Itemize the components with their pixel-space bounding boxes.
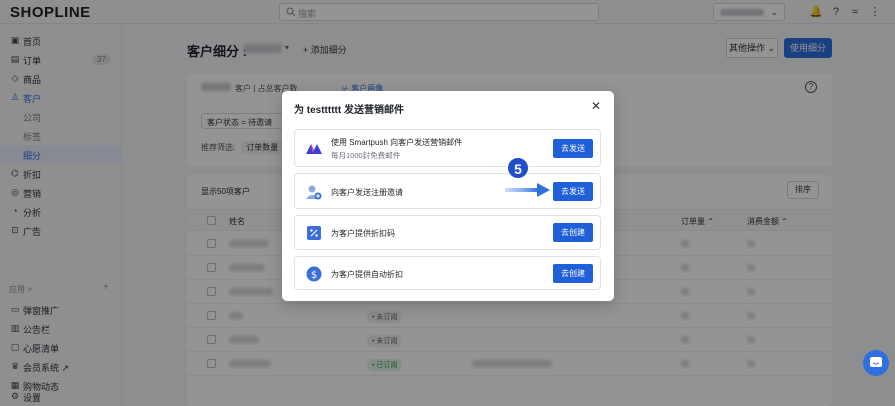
option-label: 向客户发送注册邀请 bbox=[331, 188, 403, 197]
send-button[interactable]: 去发送 bbox=[553, 139, 593, 158]
option-smartpush: 使用 Smartpush 向客户发送营销邮件 每月1000封免费邮件 去发送 bbox=[294, 129, 601, 167]
chat-icon bbox=[870, 357, 882, 367]
svg-text:$: $ bbox=[311, 270, 317, 281]
auto-discount-icon: $ bbox=[306, 266, 322, 282]
option-auto-discount: $ 为客户提供自动折扣 去创建 bbox=[294, 256, 601, 290]
option-registration-invite: 向客户发送注册邀请 去发送 bbox=[294, 173, 601, 209]
create-button[interactable]: 去创建 bbox=[553, 223, 593, 242]
smartpush-icon bbox=[306, 144, 322, 154]
invite-user-icon bbox=[306, 185, 322, 200]
create-button[interactable]: 去创建 bbox=[553, 264, 593, 283]
discount-code-icon bbox=[307, 226, 321, 240]
option-discount-code: 为客户提供折扣码 去创建 bbox=[294, 215, 601, 250]
send-marketing-email-modal: 为 testttttt 发送营销邮件 ✕ 使用 Smartpush 向客户发送营… bbox=[282, 91, 614, 301]
option-subtitle: 每月1000封免费邮件 bbox=[331, 151, 401, 160]
option-label: 使用 Smartpush 向客户发送营销邮件 bbox=[331, 138, 463, 147]
send-button[interactable]: 去发送 bbox=[553, 182, 593, 201]
option-label: 为客户提供自动折扣 bbox=[331, 270, 403, 279]
step-marker: 5 bbox=[507, 157, 529, 179]
chat-support-button[interactable] bbox=[863, 350, 889, 376]
close-icon[interactable]: ✕ bbox=[589, 99, 603, 113]
option-label: 为客户提供折扣码 bbox=[331, 229, 395, 238]
modal-title: 为 testttttt 发送营销邮件 bbox=[294, 105, 404, 116]
arrow-right-icon bbox=[505, 183, 550, 197]
